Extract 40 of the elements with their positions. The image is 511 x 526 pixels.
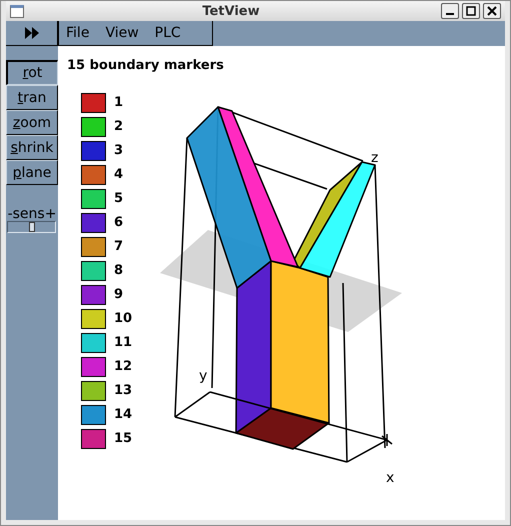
legend-label: 13 (114, 383, 132, 398)
x-axis-label: x (386, 470, 394, 486)
legend-label: 4 (114, 167, 124, 182)
maximize-icon (466, 6, 476, 16)
window-menu-icon[interactable] (10, 4, 24, 18)
legend-label: 6 (114, 215, 124, 230)
legend-label: 10 (114, 311, 132, 326)
menu-item[interactable]: File (66, 25, 106, 41)
legend-label: 11 (114, 335, 132, 350)
maximize-button[interactable] (462, 3, 480, 19)
y-axis-label: y (199, 368, 208, 384)
fast-forward-icon (24, 27, 40, 39)
sensitivity-label: -sens+ (6, 207, 58, 221)
legend-label: 1 (114, 95, 124, 110)
legend-label: 15 (114, 431, 132, 446)
close-icon (487, 6, 497, 16)
tool-button[interactable]: tran (6, 85, 58, 110)
tool-button[interactable]: rot (6, 60, 58, 85)
minimize-icon (446, 13, 454, 15)
window-title: TetView (201, 4, 261, 18)
legend-label: 12 (114, 359, 132, 374)
legend-label: 7 (114, 239, 124, 254)
canvas-title: 15 boundary markers (67, 58, 224, 73)
z-axis-label: z (371, 150, 378, 166)
legend-label: 3 (114, 143, 124, 158)
tool-button[interactable]: plane (6, 160, 58, 185)
close-button[interactable] (483, 3, 501, 19)
legend-label: 14 (114, 407, 132, 422)
legend-label: 9 (114, 287, 124, 302)
tool-button[interactable]: shrink (6, 135, 58, 160)
menu-item[interactable]: PLC (154, 25, 197, 41)
minimize-button[interactable] (441, 3, 459, 19)
legend-label: 5 (114, 191, 124, 206)
legend-label: 2 (114, 119, 124, 134)
menu-item[interactable]: View (105, 25, 155, 41)
run-button[interactable] (6, 21, 58, 46)
slider-thumb[interactable] (28, 222, 34, 232)
legend-label: 8 (114, 263, 124, 278)
tool-button[interactable]: zoom (6, 110, 58, 135)
sensitivity-slider[interactable] (7, 221, 56, 233)
